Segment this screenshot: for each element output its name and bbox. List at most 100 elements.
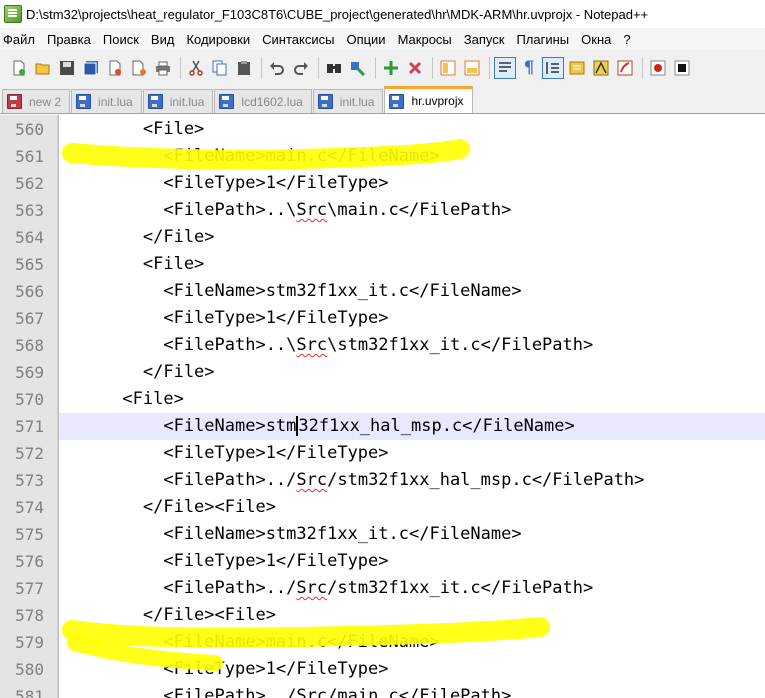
record-macro-icon[interactable] [647, 57, 669, 79]
open-icon[interactable] [32, 57, 54, 79]
tab-init-lua-2[interactable]: init.lua [142, 89, 214, 113]
menu-macro[interactable]: Макросы [392, 32, 458, 47]
code-line[interactable]: 571 <FileName>stm 32f1xx_hal_msp.c</FileN… [0, 413, 765, 440]
code-line[interactable]: 563 <FilePath>..\Src\main.c</FilePath> [0, 197, 765, 224]
code-line[interactable]: 569 </File> [0, 359, 765, 386]
code-text[interactable]: <FilePath>..\Src\main.c</FilePath> [59, 197, 765, 224]
text-editor[interactable]: 560 <File> 561 <FileName>main.c</FileName… [0, 115, 765, 698]
code-text[interactable]: <FileType>1</FileType> [59, 548, 765, 575]
tab-init-lua[interactable]: init.lua [71, 89, 142, 113]
menu-view[interactable]: Вид [145, 32, 181, 47]
close-all-icon[interactable] [128, 57, 150, 79]
code-line[interactable]: 581 <FilePath>../Src/main.c</FilePath> [0, 683, 765, 698]
code-text[interactable]: <FilePath>../Src/stm32f1xx_hal_msp.c</Fi… [59, 467, 765, 494]
code-line[interactable]: 560 <File> [0, 116, 765, 143]
toolbar-separator [642, 57, 643, 79]
unsaved-file-icon [7, 94, 22, 109]
menu-language[interactable]: Синтаксисы [256, 32, 340, 47]
tab-init-lua-3[interactable]: init.lua [312, 89, 384, 113]
code-text[interactable]: <FileName>stm 32f1xx_hal_msp.c</FileName> [59, 413, 765, 440]
close-icon[interactable] [104, 57, 126, 79]
code-text[interactable]: <FileName>stm32f1xx_it.c</FileName> [59, 278, 765, 305]
code-line[interactable]: 574 </File><File> [0, 494, 765, 521]
code-text[interactable]: <FilePath>..\Src\stm32f1xx_it.c</FilePat… [59, 332, 765, 359]
doc-map-icon[interactable] [566, 57, 588, 79]
menu-file[interactable]: Файл [0, 32, 41, 47]
code-line[interactable]: 577 <FilePath>../Src/stm32f1xx_it.c</Fil… [0, 575, 765, 602]
line-number: 561 [15, 147, 44, 166]
tab-hr-uvprojx[interactable]: hr.uvprojx [384, 86, 473, 113]
function-list-icon[interactable] [590, 57, 612, 79]
menu-help[interactable]: ? [617, 32, 636, 47]
zoom-out-icon[interactable] [404, 57, 426, 79]
print-icon[interactable] [152, 57, 174, 79]
code-line[interactable]: 562 <FileType>1</FileType> [0, 170, 765, 197]
tab-new-2[interactable]: new 2 [2, 89, 71, 113]
code-text[interactable]: <FilePath>../Src/main.c</FilePath> [59, 683, 765, 698]
code-text[interactable]: <FileType>1</FileType> [59, 305, 765, 332]
menu-plugins[interactable]: Плагины [510, 32, 575, 47]
paste-icon[interactable] [233, 57, 255, 79]
notepad-plus-plus-icon [4, 5, 22, 23]
sync-vertical-icon[interactable] [437, 57, 459, 79]
word-wrap-icon[interactable] [494, 57, 516, 79]
code-line[interactable]: 570 <File> [0, 386, 765, 413]
tab-label: init.lua [98, 94, 133, 109]
find-icon[interactable] [323, 57, 345, 79]
toolbar: ¶ [0, 50, 765, 86]
copy-icon[interactable] [209, 57, 231, 79]
code-text[interactable]: </File> [59, 359, 765, 386]
code-text[interactable]: <FileName>stm32f1xx_it.c</FileName> [59, 521, 765, 548]
code-line[interactable]: 564 </File> [0, 224, 765, 251]
code-text[interactable]: <FilePath>../Src/stm32f1xx_it.c</FilePat… [59, 575, 765, 602]
redo-icon[interactable] [290, 57, 312, 79]
code-line[interactable]: 565 <File> [0, 251, 765, 278]
code-text[interactable]: </File><File> [59, 494, 765, 521]
menu-run[interactable]: Запуск [458, 32, 511, 47]
code-text[interactable]: <FileType>1</FileType> [59, 170, 765, 197]
code-line[interactable]: 576 <FileType>1</FileType> [0, 548, 765, 575]
tab-label: init.lua [339, 94, 375, 109]
line-number: 560 [15, 120, 44, 139]
code-text[interactable]: <File> [59, 251, 765, 278]
code-line[interactable]: 568 <FilePath>..\Src\stm32f1xx_it.c</Fil… [0, 332, 765, 359]
code-line[interactable]: 579 <FileName>main.c</FileName> [0, 629, 765, 656]
undo-icon[interactable] [266, 57, 288, 79]
tab-lcd1602-lua[interactable]: lcd1602.lua [214, 89, 312, 113]
menu-edit[interactable]: Правка [41, 32, 97, 47]
code-text[interactable]: </File> [59, 224, 765, 251]
indent-guide-icon[interactable] [542, 57, 564, 79]
cut-icon[interactable] [185, 57, 207, 79]
menu-window[interactable]: Окна [575, 32, 617, 47]
save-all-icon[interactable] [80, 57, 102, 79]
code-text[interactable]: <FileName>main.c</FileName> [59, 143, 765, 170]
code-text[interactable]: <FileType>1</FileType> [59, 440, 765, 467]
code-text[interactable]: <FileType>1</FileType> [59, 656, 765, 683]
zoom-in-icon[interactable] [380, 57, 402, 79]
code-text[interactable]: <File> [59, 116, 765, 143]
saved-file-icon [76, 94, 92, 109]
code-text[interactable]: </File><File> [59, 602, 765, 629]
save-icon[interactable] [56, 57, 78, 79]
stop-macro-icon[interactable] [671, 57, 693, 79]
code-line[interactable]: 567 <FileType>1</FileType> [0, 305, 765, 332]
tab-label: lcd1602.lua [241, 94, 303, 109]
code-line[interactable]: 580 <FileType>1</FileType> [0, 656, 765, 683]
code-text[interactable]: <FileName>main.c</FileName> [59, 629, 765, 656]
code-line[interactable]: 566 <FileName>stm32f1xx_it.c</FileName> [0, 278, 765, 305]
menu-search[interactable]: Поиск [97, 32, 145, 47]
code-line[interactable]: 575 <FileName>stm32f1xx_it.c</FileName> [0, 521, 765, 548]
code-text[interactable]: <File> [59, 386, 765, 413]
new-file-icon[interactable] [8, 57, 30, 79]
code-line[interactable]: 578 </File><File> [0, 602, 765, 629]
show-all-chars-icon[interactable]: ¶ [518, 57, 540, 79]
replace-icon[interactable] [347, 57, 369, 79]
sync-horizontal-icon[interactable] [461, 57, 483, 79]
spellcheck-underline: Src [296, 200, 328, 220]
code-line[interactable]: 561 <FileName>main.c</FileName> [0, 143, 765, 170]
menu-encoding[interactable]: Кодировки [180, 32, 256, 47]
menu-settings[interactable]: Опции [340, 32, 391, 47]
code-line[interactable]: 572 <FileType>1</FileType> [0, 440, 765, 467]
code-line[interactable]: 573 <FilePath>../Src/stm32f1xx_hal_msp.c… [0, 467, 765, 494]
folder-workspace-icon[interactable] [614, 57, 636, 79]
